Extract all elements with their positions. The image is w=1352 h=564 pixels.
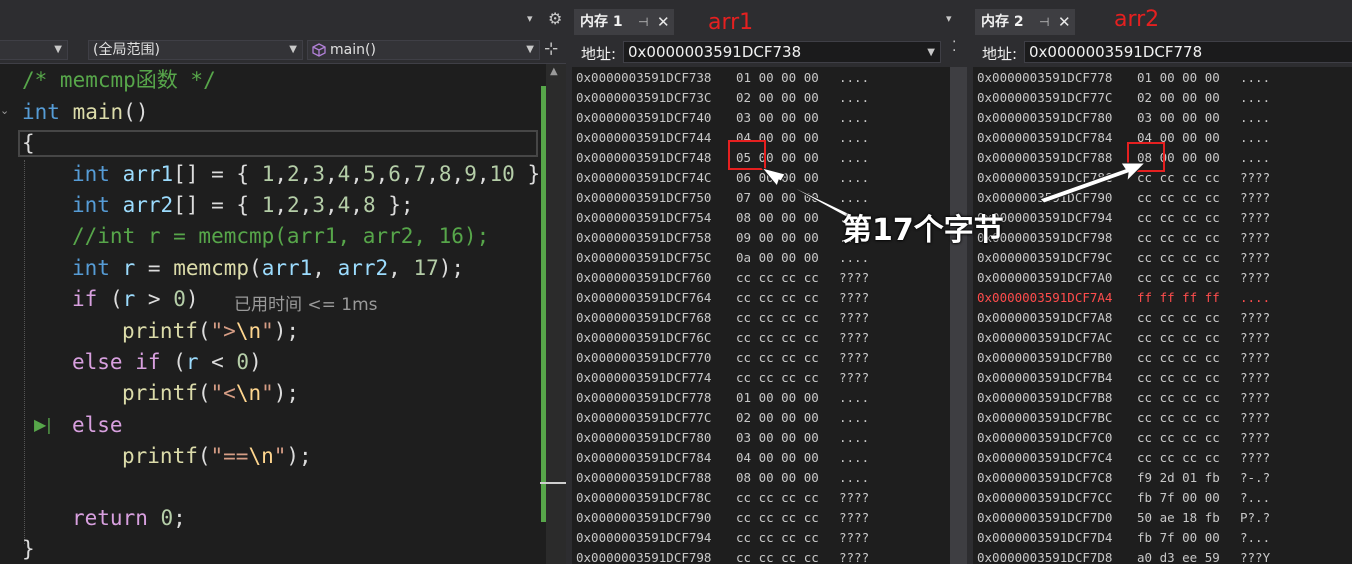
byte-annotation: 第17个字节	[842, 213, 1004, 248]
arrow-to-arr2	[1039, 162, 1147, 204]
annotation-arrows	[760, 162, 1147, 220]
arrow-to-arr1	[760, 167, 853, 220]
